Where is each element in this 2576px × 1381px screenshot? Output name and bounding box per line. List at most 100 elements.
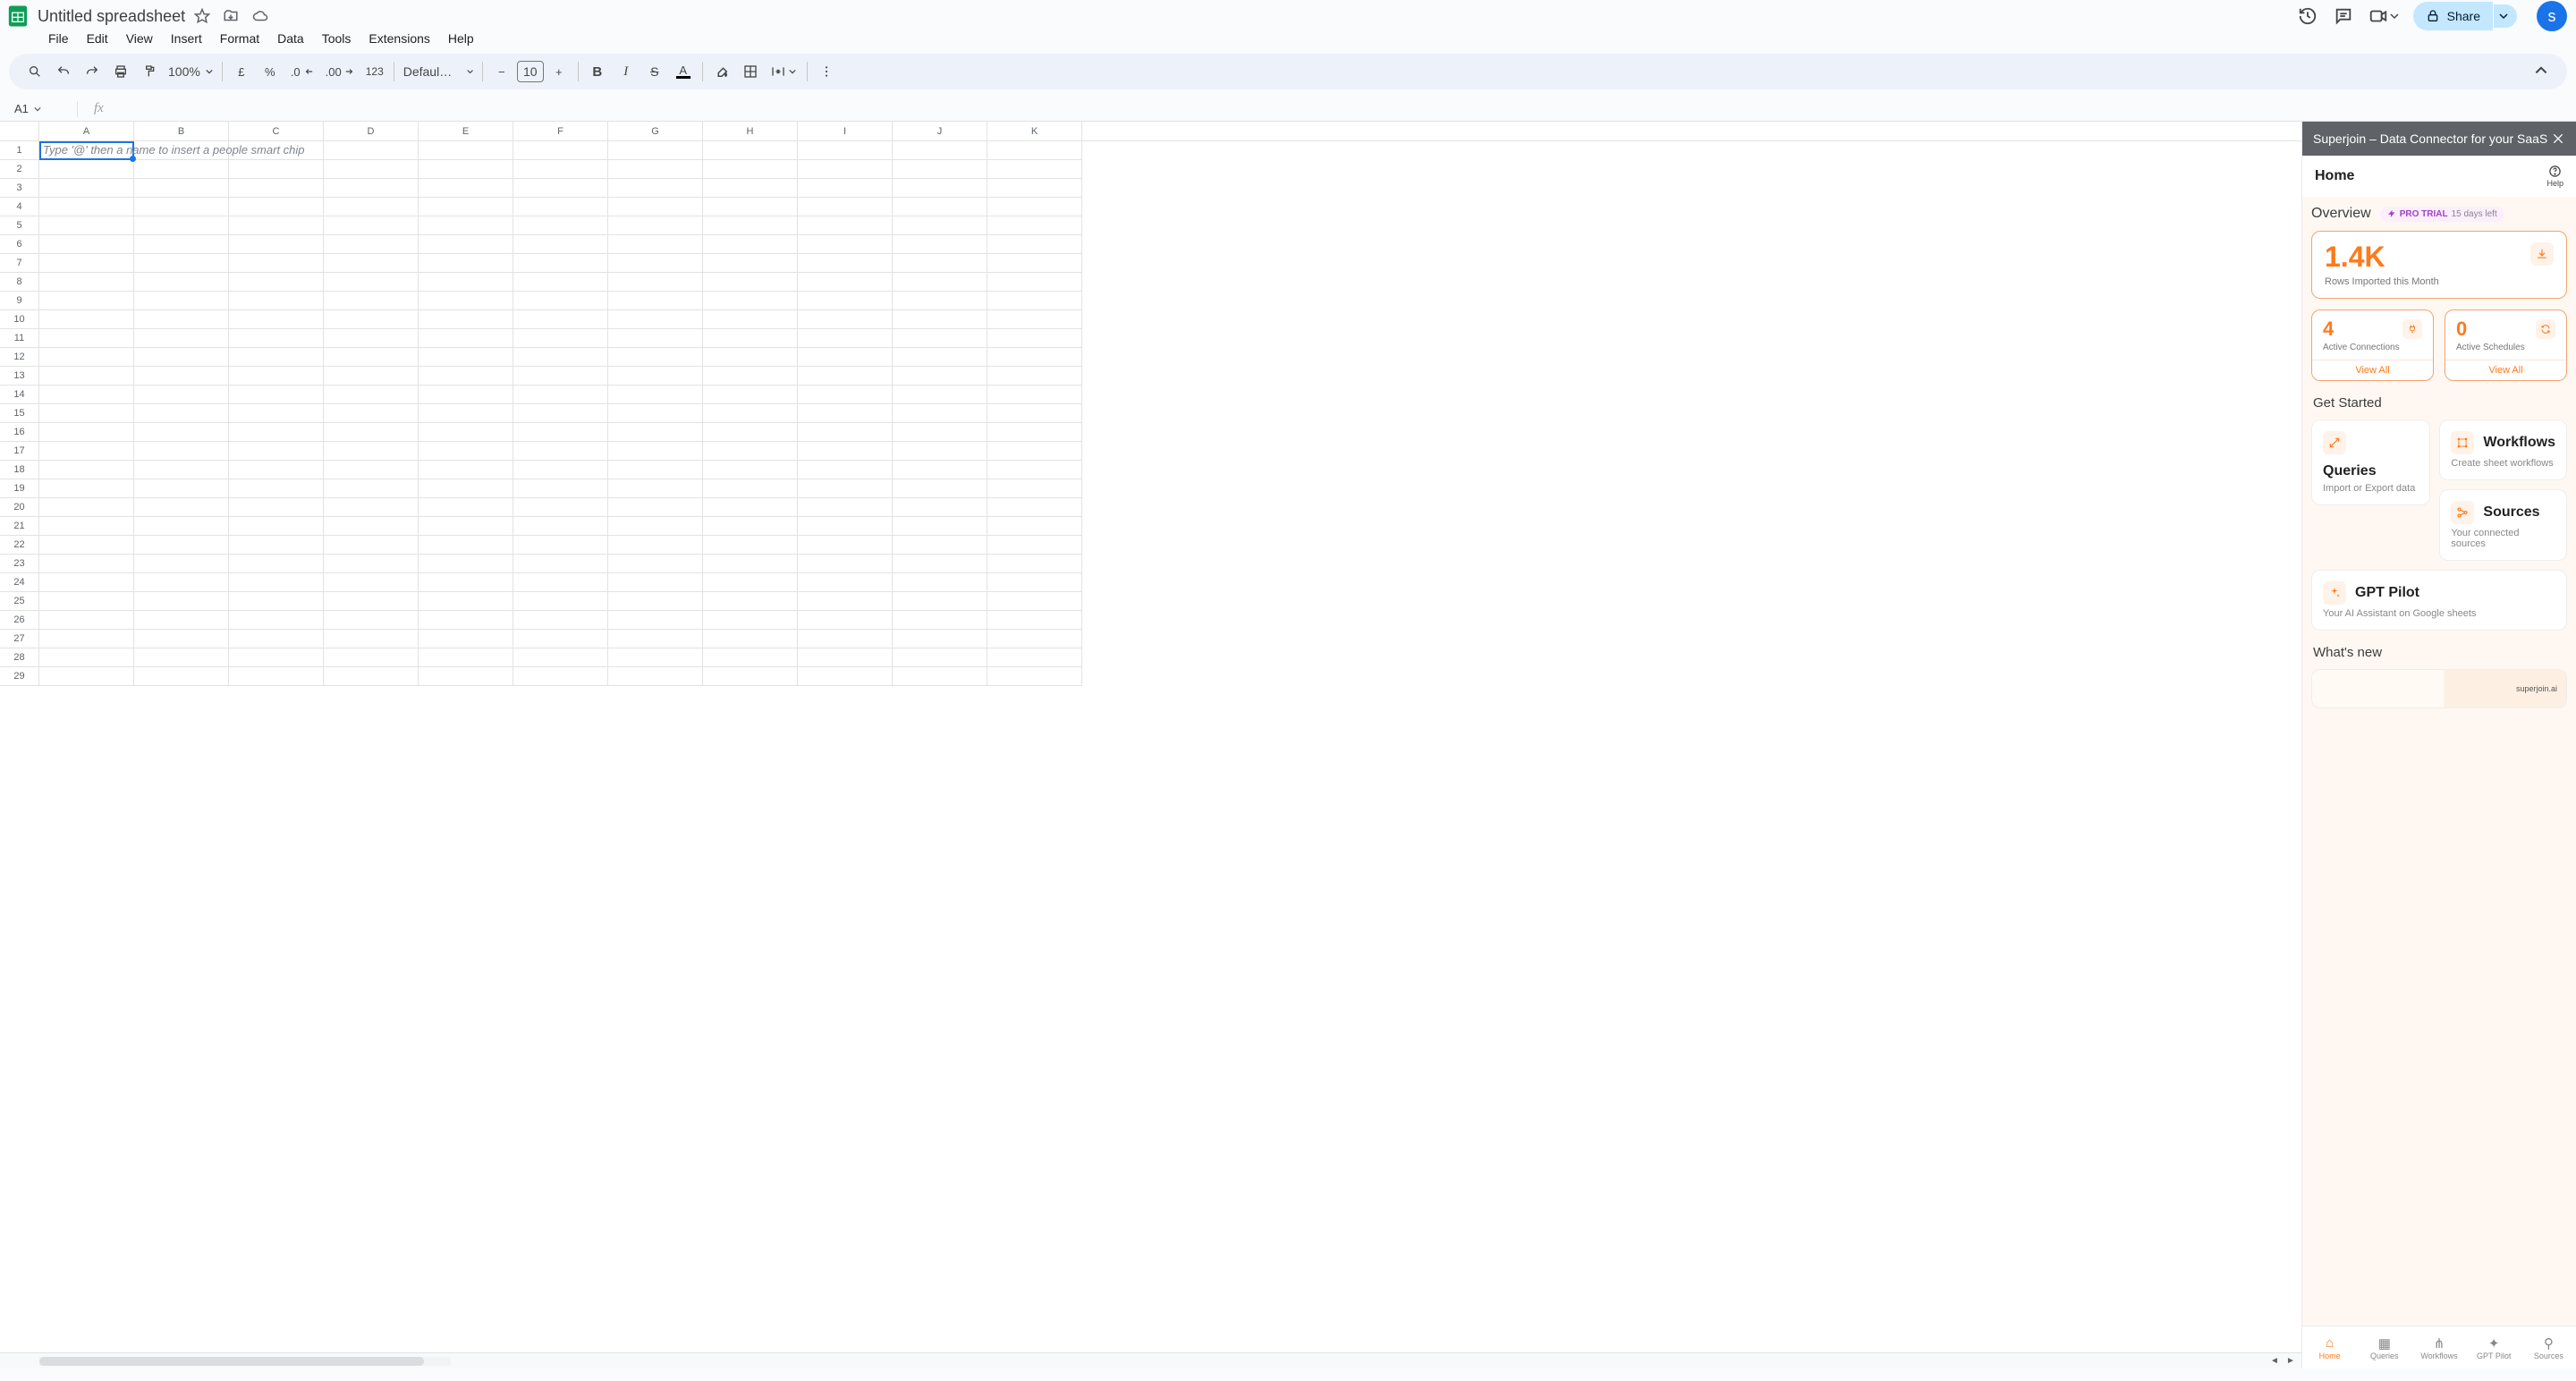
merge-button[interactable] <box>766 58 801 85</box>
col-header[interactable]: I <box>798 122 893 140</box>
cell[interactable] <box>39 254 134 273</box>
cell[interactable] <box>419 160 513 179</box>
cell[interactable] <box>134 216 229 235</box>
format-123[interactable]: 123 <box>361 58 388 85</box>
cell[interactable] <box>134 592 229 611</box>
cell[interactable] <box>798 555 893 573</box>
sheets-logo-icon[interactable] <box>5 4 30 29</box>
cell[interactable] <box>798 536 893 555</box>
cell[interactable] <box>324 310 419 329</box>
cell[interactable] <box>893 498 987 517</box>
cell[interactable] <box>513 404 608 423</box>
col-header[interactable]: B <box>134 122 229 140</box>
row-header[interactable]: 22 <box>0 536 39 555</box>
row-header[interactable]: 15 <box>0 404 39 423</box>
cell[interactable] <box>987 461 1082 479</box>
queries-card[interactable]: Queries Import or Export data <box>2311 419 2430 505</box>
col-header[interactable]: F <box>513 122 608 140</box>
cell[interactable] <box>324 611 419 630</box>
cell[interactable] <box>39 630 134 648</box>
horizontal-scrollbar[interactable] <box>39 1357 451 1366</box>
cell[interactable] <box>703 536 798 555</box>
share-dropdown[interactable] <box>2494 4 2517 28</box>
cell[interactable] <box>324 329 419 348</box>
cell[interactable] <box>513 235 608 254</box>
cell[interactable] <box>893 273 987 292</box>
cell[interactable] <box>987 442 1082 461</box>
scroll-left-icon[interactable]: ◄ <box>2267 1355 2282 1368</box>
cell[interactable] <box>798 442 893 461</box>
cell[interactable] <box>39 611 134 630</box>
cell[interactable] <box>134 160 229 179</box>
cell[interactable] <box>798 517 893 536</box>
cell[interactable] <box>987 611 1082 630</box>
cell[interactable] <box>324 235 419 254</box>
cell[interactable] <box>513 536 608 555</box>
doc-title[interactable]: Untitled spreadsheet <box>38 7 185 26</box>
font-family-select[interactable]: Defaul… <box>400 58 477 85</box>
cell[interactable] <box>798 630 893 648</box>
cell[interactable] <box>134 348 229 367</box>
strike-button[interactable]: S <box>641 58 668 85</box>
cell[interactable] <box>229 273 324 292</box>
cell[interactable] <box>608 367 703 385</box>
cell[interactable] <box>703 310 798 329</box>
cell[interactable] <box>229 555 324 573</box>
row-header[interactable]: 13 <box>0 367 39 385</box>
row-header[interactable]: 2 <box>0 160 39 179</box>
cell[interactable] <box>419 385 513 404</box>
cell[interactable] <box>229 310 324 329</box>
name-box[interactable]: A1 <box>9 102 70 115</box>
cell[interactable] <box>893 517 987 536</box>
cell[interactable] <box>134 630 229 648</box>
cell[interactable] <box>987 310 1082 329</box>
cell[interactable] <box>229 329 324 348</box>
cell[interactable] <box>987 198 1082 216</box>
row-header[interactable]: 25 <box>0 592 39 611</box>
cell[interactable] <box>608 479 703 498</box>
cell[interactable] <box>513 423 608 442</box>
cell[interactable] <box>39 198 134 216</box>
row-header[interactable]: 21 <box>0 517 39 536</box>
cell[interactable] <box>987 667 1082 686</box>
cell[interactable] <box>419 648 513 667</box>
col-header[interactable]: H <box>703 122 798 140</box>
cell[interactable] <box>893 216 987 235</box>
cell[interactable] <box>798 348 893 367</box>
cell[interactable] <box>134 404 229 423</box>
cell[interactable] <box>893 367 987 385</box>
cell[interactable] <box>324 254 419 273</box>
menu-file[interactable]: File <box>41 29 76 48</box>
cell[interactable] <box>419 404 513 423</box>
row-header[interactable]: 17 <box>0 442 39 461</box>
cell[interactable] <box>703 273 798 292</box>
cell[interactable] <box>39 179 134 198</box>
workflows-card[interactable]: Workflows Create sheet workflows <box>2439 419 2567 480</box>
cell[interactable] <box>419 235 513 254</box>
cell[interactable] <box>513 348 608 367</box>
cell[interactable] <box>893 555 987 573</box>
cell[interactable] <box>134 367 229 385</box>
cell[interactable] <box>513 329 608 348</box>
cell[interactable] <box>703 329 798 348</box>
menu-format[interactable]: Format <box>213 29 267 48</box>
cell[interactable] <box>893 442 987 461</box>
cell[interactable] <box>324 216 419 235</box>
row-header[interactable]: 10 <box>0 310 39 329</box>
paint-format-icon[interactable] <box>136 58 163 85</box>
row-header[interactable]: 6 <box>0 235 39 254</box>
cell[interactable] <box>893 141 987 160</box>
cell[interactable] <box>608 385 703 404</box>
cell[interactable] <box>324 348 419 367</box>
move-icon[interactable] <box>223 8 239 24</box>
cell[interactable] <box>608 310 703 329</box>
cell[interactable] <box>419 348 513 367</box>
cell[interactable] <box>608 216 703 235</box>
cell[interactable] <box>703 442 798 461</box>
cell[interactable] <box>893 198 987 216</box>
cell[interactable] <box>703 648 798 667</box>
cell[interactable] <box>419 573 513 592</box>
redo-icon[interactable] <box>79 58 106 85</box>
cell[interactable] <box>39 648 134 667</box>
cell[interactable] <box>798 254 893 273</box>
